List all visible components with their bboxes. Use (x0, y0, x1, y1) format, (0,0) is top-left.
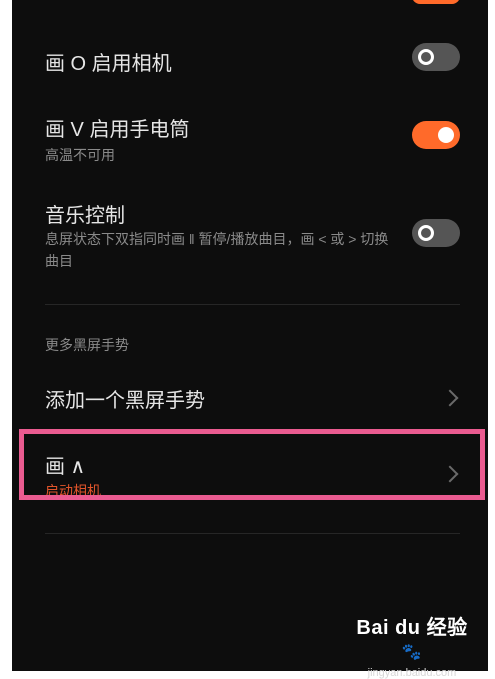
paw-icon: 🐾 (401, 644, 423, 661)
setting-title: 画 O 启用相机 (45, 53, 172, 75)
setting-subtitle: 高温不可用 (45, 147, 115, 163)
divider (45, 304, 460, 305)
flashlight-toggle[interactable] (412, 121, 460, 149)
divider (45, 533, 460, 534)
toggle-knob (418, 225, 434, 241)
camera-toggle[interactable] (412, 43, 460, 71)
baidu-watermark: Bai du 经验 🐾 jingyan.baidu.com (347, 611, 477, 679)
setting-subtitle: 息屏状态下双指同时画 ‖ 暂停/播放曲目，画 < 或 > 切换曲目 (45, 231, 389, 269)
setting-title: 画 V 启用手电筒 (45, 119, 190, 141)
watermark-logo-text: Bai du 经验 (356, 617, 468, 639)
setting-title: 音乐控制 (45, 205, 125, 227)
music-control-toggle[interactable] (412, 219, 460, 247)
toggle-knob (438, 127, 454, 143)
setting-music-control[interactable]: 音乐控制 息屏状态下双指同时画 ‖ 暂停/播放曲目，画 < 或 > 切换曲目 (12, 192, 488, 282)
highlight-box (19, 429, 485, 500)
watermark-logo: Bai du 经验 🐾 (347, 611, 477, 663)
add-gesture-label: 添加一个黑屏手势 (45, 390, 205, 412)
partial-toggle-on[interactable] (412, 0, 460, 4)
setting-enable-flashlight[interactable]: 画 V 启用手电筒 高温不可用 (12, 106, 488, 166)
setting-enable-camera[interactable]: 画 O 启用相机 (12, 36, 488, 86)
settings-screen: 画 O 启用相机 画 V 启用手电筒 高温不可用 音乐控制 息屏状态下双指同时画… (12, 0, 488, 671)
chevron-right-icon (441, 389, 459, 407)
add-gesture-item[interactable]: 添加一个黑屏手势 (12, 372, 488, 422)
toggle-knob (418, 49, 434, 65)
watermark-site: jingyan.baidu.com (367, 667, 457, 679)
section-label: 更多黑屏手势 (45, 337, 129, 353)
